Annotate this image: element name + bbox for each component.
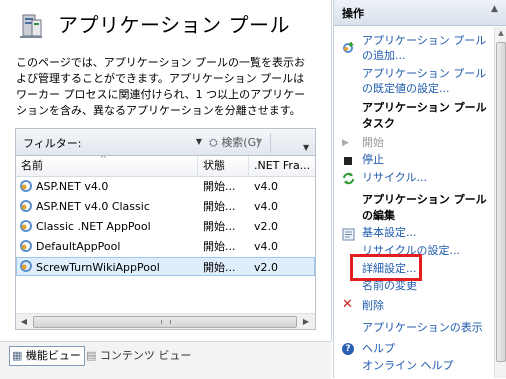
tab-content-label: コンテンツ ビュー	[99, 349, 192, 362]
start-icon: ▶	[342, 138, 349, 148]
pool-status: 開始...	[203, 220, 236, 233]
scrollbar-thumb[interactable]	[33, 316, 297, 328]
pool-net-version: v4.0	[254, 180, 279, 193]
set-defaults-link[interactable]: アプリケーション プール の既定値の設定...	[362, 66, 486, 96]
add-app-pool-label-line1: アプリケーション プール	[362, 34, 487, 47]
actions-panel: 操作 ▲ アプリケーション プール の追加... アプリケーション プール の既…	[333, 0, 506, 378]
tab-features-label: 機能ビュー	[25, 349, 81, 362]
add-pool-icon	[343, 42, 354, 53]
table-row-selected[interactable]: ScrewTurnWikiAppPool 開始... v2.0	[16, 257, 315, 276]
recycle-link[interactable]: リサイクル...	[362, 170, 427, 185]
help-link[interactable]: ヘルプ	[362, 341, 395, 356]
scroll-right-icon[interactable]: ▶	[299, 316, 313, 328]
help-icon: ?	[342, 343, 355, 356]
delete-link[interactable]: 削除	[362, 298, 384, 313]
column-header-status[interactable]: 状態	[198, 156, 249, 176]
app-pool-icon	[20, 200, 32, 212]
pool-name: ASP.NET v4.0	[36, 180, 109, 193]
stop-icon	[342, 155, 355, 168]
pool-net-version: v2.0	[254, 261, 279, 274]
start-link[interactable]: 開始	[362, 135, 384, 150]
recycle-icon	[343, 172, 354, 185]
collapse-icon[interactable]: ▲	[491, 4, 498, 14]
scroll-left-icon[interactable]: ◀	[17, 316, 31, 328]
app-pool-icon	[20, 180, 32, 192]
scrollbar-thumb[interactable]	[496, 42, 506, 362]
pool-net-version: v4.0	[254, 240, 279, 253]
vertical-scrollbar[interactable]: ▲	[494, 27, 506, 378]
filter-label: フィルター:	[23, 137, 82, 150]
view-applications-link[interactable]: アプリケーションの表示	[362, 320, 483, 335]
add-app-pool-label-line2: の追加...	[362, 49, 406, 62]
filter-toolbar: フィルター: ▼ ⛭ 検索(G) ▼ ▼	[15, 128, 316, 156]
set-defaults-label-line2: の既定値の設定...	[362, 82, 450, 95]
filter-input[interactable]	[81, 133, 197, 153]
tab-features-view[interactable]: ▦ 機能ビュー	[9, 346, 85, 366]
section-edit-line1: アプリケーション プール	[362, 193, 487, 206]
highlight-annotation	[350, 254, 422, 281]
properties-icon	[342, 228, 355, 241]
page-title: アプリケーション プール	[58, 13, 290, 37]
pool-status: 開始...	[203, 240, 236, 253]
binoculars-icon: ⛭	[209, 136, 218, 149]
tab-content-view[interactable]: ▤ コンテンツ ビュー	[86, 347, 191, 365]
column-header-net-framework[interactable]: .NET Fra...	[249, 156, 315, 176]
view-switcher: ▦ 機能ビュー ▤ コンテンツ ビュー	[0, 341, 331, 379]
list-header: 名前 ^ 状態 .NET Fra...	[16, 156, 315, 177]
table-row[interactable]: ASP.NET v4.0 Classic 開始... v4.0	[16, 197, 315, 216]
pool-status: 開始...	[203, 261, 236, 274]
actions-title: 操作	[342, 7, 364, 20]
online-help-link[interactable]: オンライン ヘルプ	[362, 358, 454, 373]
features-view-icon: ▦	[12, 349, 23, 362]
pool-name: ScrewTurnWikiAppPool	[36, 261, 160, 274]
section-tasks: アプリケーション プール タスク	[362, 100, 487, 132]
content-view-icon: ▤	[86, 349, 97, 362]
app-pool-icon	[20, 260, 32, 272]
pool-net-version: v2.0	[254, 220, 279, 233]
toolbar-divider	[270, 133, 271, 153]
table-row[interactable]: ASP.NET v4.0 開始... v4.0	[16, 177, 315, 196]
pool-net-version: v4.0	[254, 200, 279, 213]
table-row[interactable]: Classic .NET AppPool 開始... v2.0	[16, 217, 315, 236]
horizontal-scrollbar[interactable]: ◀ ▶	[16, 313, 315, 329]
column-header-name[interactable]: 名前	[16, 156, 198, 176]
basic-settings-link[interactable]: 基本設定...	[362, 225, 417, 240]
delete-icon: ✕	[342, 297, 353, 312]
application-pools-panel: アプリケーション プール このページでは、アプリケーション プールの一覧を表示お…	[0, 0, 332, 341]
pool-status: 開始...	[203, 200, 236, 213]
app-pool-list: 名前 ^ 状態 .NET Fra... ASP.NET v4.0 開始... v…	[15, 156, 316, 330]
grip-icon	[161, 320, 171, 324]
section-tasks-line1: アプリケーション プール	[362, 101, 487, 114]
scroll-up-icon[interactable]: ▲	[495, 27, 506, 39]
section-tasks-line2: タスク	[362, 117, 395, 130]
page-description: このページでは、アプリケーション プールの一覧を表示および管理することができます…	[16, 56, 306, 117]
pool-status: 開始...	[203, 180, 236, 193]
stop-link[interactable]: 停止	[362, 152, 384, 167]
pool-name: Classic .NET AppPool	[36, 220, 151, 233]
add-app-pool-link[interactable]: アプリケーション プール の追加...	[362, 33, 486, 63]
actions-header: 操作 ▲	[334, 0, 506, 26]
show-all-dropdown-icon[interactable]: ▼	[303, 143, 309, 152]
table-row[interactable]: DefaultAppPool 開始... v4.0	[16, 237, 315, 256]
filter-dropdown-icon[interactable]: ▼	[193, 134, 205, 150]
search-dropdown-icon[interactable]: ▼	[256, 134, 262, 150]
sort-ascending-icon: ^	[100, 156, 107, 163]
section-edit-line2: の編集	[362, 209, 395, 222]
app-pool-icon	[20, 240, 32, 252]
section-edit: アプリケーション プール の編集	[362, 192, 487, 224]
search-button-label: 検索(G)	[221, 136, 261, 149]
pool-name: ASP.NET v4.0 Classic	[36, 200, 150, 213]
search-button[interactable]: ⛭ 検索(G)	[209, 134, 260, 150]
pool-name: DefaultAppPool	[36, 240, 121, 253]
server-icon	[20, 14, 42, 38]
app-pool-icon	[20, 220, 32, 232]
set-defaults-label-line1: アプリケーション プール	[362, 67, 487, 80]
